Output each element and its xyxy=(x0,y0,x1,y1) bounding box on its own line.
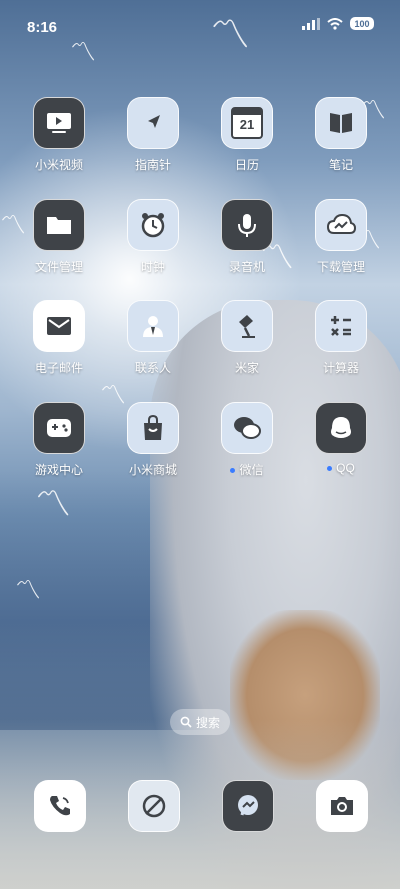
app-calculator[interactable]: 计算器 xyxy=(301,300,381,392)
app-label: 时钟 xyxy=(140,260,165,274)
app-download-manager[interactable]: 下载管理 xyxy=(301,199,381,291)
dock-browser[interactable] xyxy=(128,780,180,832)
dock-phone[interactable] xyxy=(34,780,86,832)
mail-icon xyxy=(33,300,85,352)
browser-icon xyxy=(128,780,180,832)
lamp-icon xyxy=(221,300,273,352)
wifi-icon xyxy=(327,17,343,30)
app-label: 联系人 xyxy=(134,361,171,375)
search-icon xyxy=(180,716,192,728)
video-icon xyxy=(33,97,85,149)
app-label: 电子邮件 xyxy=(34,361,83,375)
battery-icon: 100 xyxy=(350,17,374,30)
calculator-icon xyxy=(315,300,367,352)
status-time: 8:16 xyxy=(27,19,58,36)
app-label: 录音机 xyxy=(228,260,265,274)
app-game-center[interactable]: 游戏中心 xyxy=(19,402,99,494)
app-label: 下载管理 xyxy=(316,260,365,274)
search-button[interactable]: 搜索 xyxy=(170,709,230,735)
app-xiaomi-store[interactable]: 小米商城 xyxy=(113,402,193,494)
app-label-text: QQ xyxy=(336,461,355,475)
clock-icon xyxy=(127,199,179,251)
app-label: 微信 xyxy=(207,461,287,478)
app-label: 游戏中心 xyxy=(34,463,83,477)
camera-icon xyxy=(316,780,368,832)
folder-icon xyxy=(33,199,85,251)
app-file-manager[interactable]: 文件管理 xyxy=(19,199,99,291)
battery-level: 100 xyxy=(354,18,370,29)
app-label: 日历 xyxy=(234,158,259,172)
app-wechat[interactable]: 微信 xyxy=(207,402,287,494)
bird-icon: 〽 xyxy=(15,575,42,605)
app-email[interactable]: 电子邮件 xyxy=(19,300,99,392)
dock-camera[interactable] xyxy=(316,780,368,832)
compass-icon xyxy=(127,97,179,149)
app-label: 文件管理 xyxy=(34,260,83,274)
app-label: 笔记 xyxy=(328,158,353,172)
app-label: 指南针 xyxy=(134,158,171,172)
wechat-icon xyxy=(221,402,273,454)
new-badge-dot xyxy=(230,468,236,474)
app-calendar[interactable]: 21 日历 xyxy=(207,97,287,189)
new-badge-dot xyxy=(327,466,333,472)
app-label: 米家 xyxy=(234,361,259,375)
app-notes[interactable]: 笔记 xyxy=(301,97,381,189)
qq-icon xyxy=(315,402,367,454)
app-label: 小米视频 xyxy=(34,158,83,172)
app-xiaomi-video[interactable]: 小米视频 xyxy=(19,97,99,189)
signal-icon xyxy=(302,17,320,30)
app-label: 小米商城 xyxy=(128,463,177,477)
app-label: QQ xyxy=(301,461,381,475)
gamepad-icon xyxy=(33,402,85,454)
status-icons: 100 xyxy=(302,17,374,30)
microphone-icon xyxy=(221,199,273,251)
calendar-day: 21 xyxy=(239,117,255,132)
contacts-icon xyxy=(127,300,179,352)
notes-icon xyxy=(315,97,367,149)
shopping-bag-icon xyxy=(127,402,179,454)
app-label: 计算器 xyxy=(322,361,359,375)
app-compass[interactable]: 指南针 xyxy=(113,97,193,189)
app-clock[interactable]: 时钟 xyxy=(113,199,193,291)
calendar-icon: 21 xyxy=(221,97,273,149)
app-recorder[interactable]: 录音机 xyxy=(207,199,287,291)
phone-icon xyxy=(34,780,86,832)
app-label-text: 微信 xyxy=(239,463,264,477)
app-mijia[interactable]: 米家 xyxy=(207,300,287,392)
app-qq[interactable]: QQ xyxy=(301,402,381,494)
search-label: 搜索 xyxy=(195,715,220,730)
app-contacts[interactable]: 联系人 xyxy=(113,300,193,392)
messages-icon xyxy=(222,780,274,832)
status-bar: 8:16 100 xyxy=(0,0,400,50)
download-cloud-icon xyxy=(315,199,367,251)
dock-messages[interactable] xyxy=(222,780,274,832)
